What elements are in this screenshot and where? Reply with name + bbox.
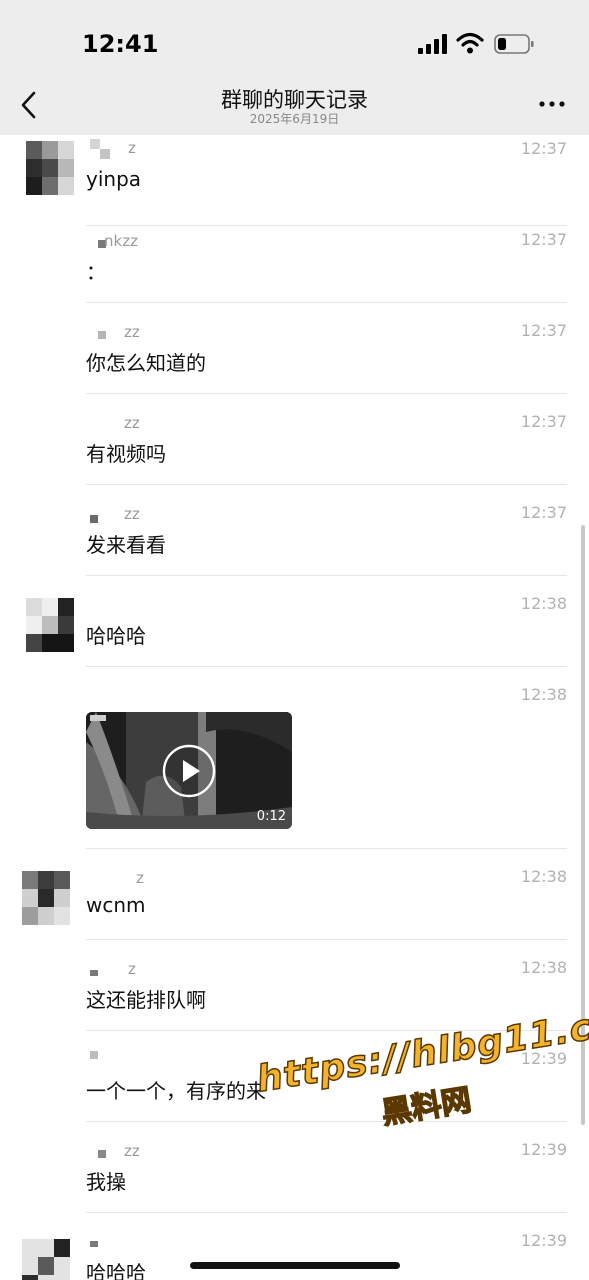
wifi-icon [456, 32, 484, 54]
chat-message[interactable]: zz 12:37 发来看看 [0, 485, 589, 576]
message-time: 12:38 [520, 867, 567, 886]
message-text: wcnm [86, 893, 146, 917]
message-time: 12:39 [520, 1140, 567, 1159]
sender-name: z [128, 139, 136, 157]
battery-icon [494, 34, 534, 54]
message-text: 哈哈哈 [86, 624, 146, 648]
watermark-name: 黑料网 [379, 1082, 475, 1132]
message-time: 12:37 [520, 139, 567, 158]
video-duration: 0:12 [256, 809, 286, 824]
message-text: ： [86, 260, 106, 284]
nav-bar: 群聊的聊天记录 2025年6月19日 [0, 80, 589, 135]
sender-name: zz [124, 1142, 140, 1160]
sender-name: zz [124, 505, 140, 523]
message-time: 12:39 [520, 1231, 567, 1250]
sender-name: z [128, 960, 136, 978]
message-time: 12:37 [520, 503, 567, 522]
chat-message[interactable]: 12:39 哈哈哈 [0, 1213, 589, 1280]
message-time: 12:37 [520, 412, 567, 431]
message-time: 12:37 [520, 230, 567, 249]
chat-message[interactable]: z 12:38 这还能排队啊 [0, 940, 589, 1031]
play-icon[interactable] [162, 744, 216, 798]
message-text: 这还能排队啊 [86, 988, 206, 1012]
signal-icon [418, 34, 447, 54]
chat-message[interactable]: z 12:38 wcnm [0, 849, 589, 940]
sender-name: z [136, 869, 144, 887]
sender-name: zz [124, 323, 140, 341]
video-thumbnail[interactable]: 0:12 [86, 712, 292, 829]
page-date: 2025年6月19日 [249, 112, 340, 126]
sender-name: zz [124, 414, 140, 432]
avatar [26, 141, 74, 195]
avatar [26, 598, 74, 652]
message-time: 12:37 [520, 321, 567, 340]
chat-message[interactable]: zz 12:37 你怎么知道的 [0, 303, 589, 394]
message-text: 哈哈哈 [86, 1261, 146, 1280]
message-text: 一个一个，有序的来 [86, 1079, 266, 1103]
more-dots-icon[interactable] [538, 94, 566, 114]
message-text: yinpa [86, 167, 142, 191]
message-text: 有视频吗 [86, 442, 166, 466]
chat-message[interactable]: zz 12:37 有视频吗 [0, 394, 589, 485]
status-time: 12:41 [82, 30, 159, 58]
message-time: 12:38 [520, 594, 567, 613]
message-time: 12:38 [520, 685, 567, 704]
status-bar: 12:41 [0, 0, 589, 80]
message-text: 你怎么知道的 [86, 351, 206, 375]
sender-name: nkzz [104, 232, 138, 250]
chat-message[interactable]: nkzz 12:37 ： [0, 212, 589, 303]
message-text: 发来看看 [86, 533, 166, 557]
avatar [22, 871, 70, 925]
home-indicator[interactable] [190, 1262, 400, 1269]
message-text: 我操 [86, 1170, 126, 1194]
avatar [22, 1239, 70, 1280]
message-time: 12:38 [520, 958, 567, 977]
chat-message[interactable]: 12:38 哈哈哈 [0, 576, 589, 667]
